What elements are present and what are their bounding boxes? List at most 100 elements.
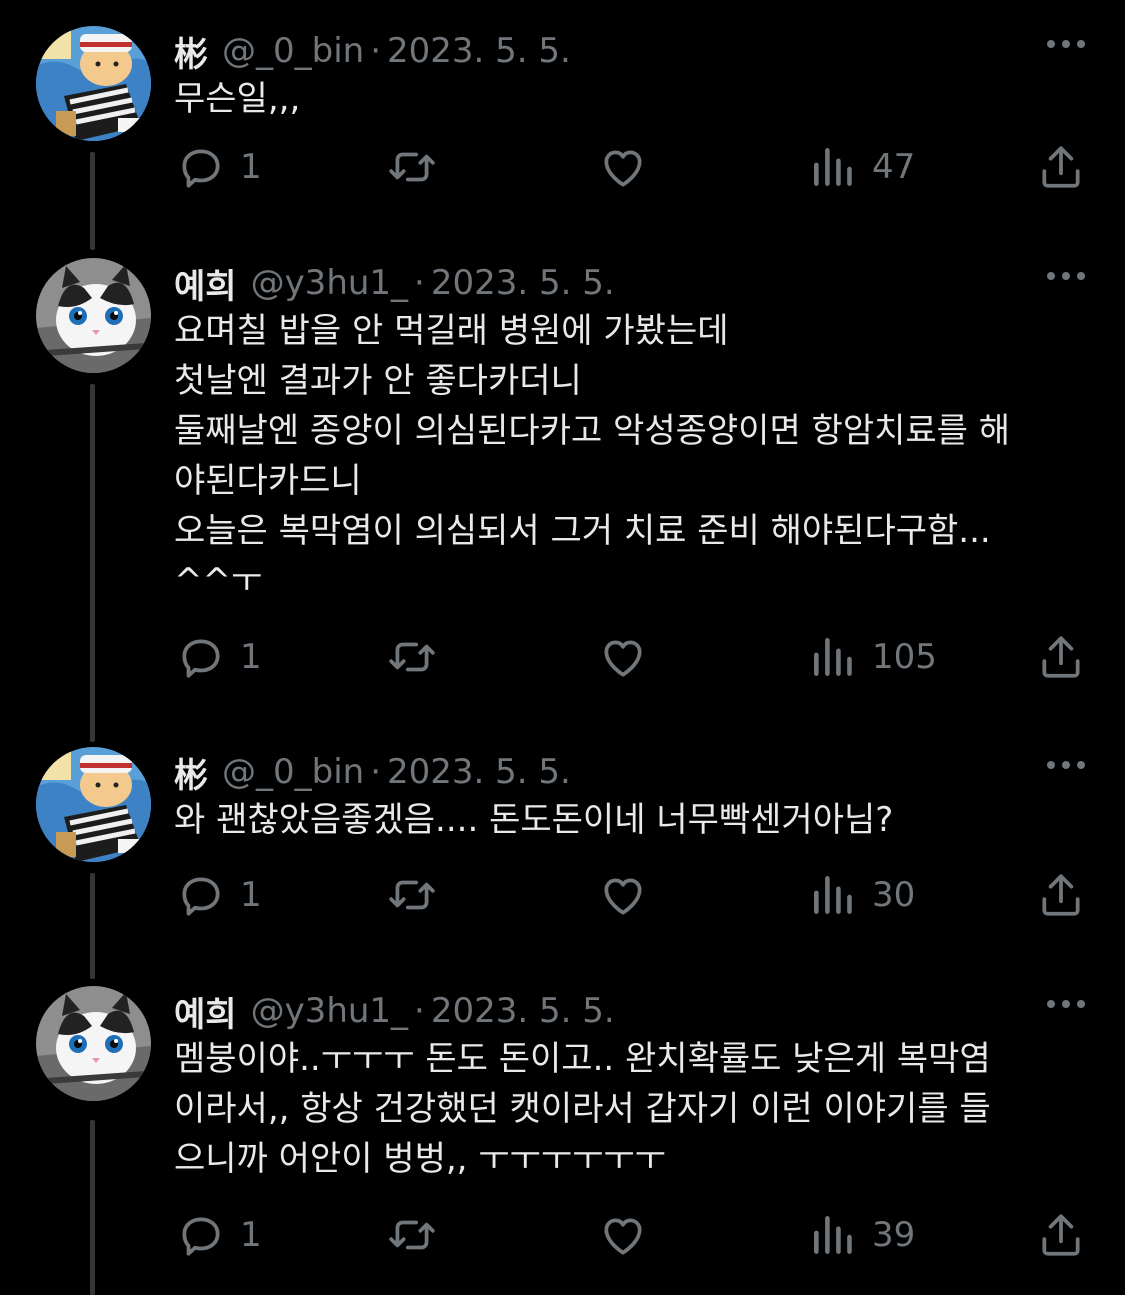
view-count: 39: [872, 1215, 916, 1255]
view-count: 47: [872, 147, 916, 187]
retweet-button[interactable]: [386, 142, 452, 192]
tweet-header: 예희 @y3hu1_ · 2023. 5. 5.: [174, 258, 615, 308]
user-handle[interactable]: @y3hu1_: [251, 263, 408, 303]
reply-button[interactable]: 1: [176, 1210, 262, 1260]
cartoon-character-avatar: [36, 26, 151, 141]
share-button[interactable]: [1036, 1210, 1086, 1260]
cartoon-character-avatar: [36, 747, 151, 862]
tweet-text-line: 요며칠 밥을 안 먹길래 병원에 가봤는데: [174, 311, 729, 351]
display-name[interactable]: 彬: [174, 27, 208, 76]
tweet-header: 彬 @_0_bin · 2023. 5. 5.: [174, 26, 571, 76]
reply-button[interactable]: 1: [176, 142, 262, 192]
views-icon: [814, 148, 852, 186]
retweet-icon: [389, 1220, 435, 1250]
view-count: 105: [872, 637, 937, 677]
view-count: 30: [872, 875, 916, 915]
views-button[interactable]: 105: [808, 632, 937, 682]
tweet-date[interactable]: 2023. 5. 5.: [387, 31, 571, 71]
heart-icon: [604, 640, 642, 677]
tweet-header: 彬 @_0_bin · 2023. 5. 5.: [174, 747, 571, 797]
like-button[interactable]: [598, 142, 662, 192]
tweet-date[interactable]: 2023. 5. 5.: [387, 752, 571, 792]
tweet-text-line: ^^ㅜ: [174, 561, 263, 601]
retweet-button[interactable]: [386, 870, 452, 920]
tweet-date[interactable]: 2023. 5. 5.: [431, 991, 615, 1031]
separator-dot: ·: [370, 752, 382, 792]
cat-avatar: [36, 986, 151, 1101]
avatar[interactable]: [36, 747, 151, 862]
tweet-header: 예희 @y3hu1_ · 2023. 5. 5.: [174, 986, 615, 1036]
share-icon: [1042, 874, 1080, 916]
tweet-text-line: 오늘은 복막염이 의심되서 그거 치료 준비 해야된다구함...: [174, 511, 991, 551]
display-name[interactable]: 예희: [174, 259, 237, 308]
separator-dot: ·: [414, 991, 425, 1031]
share-button[interactable]: [1036, 870, 1086, 920]
tweet-actions: 1 47: [0, 142, 1125, 192]
avatar[interactable]: [36, 258, 151, 373]
user-handle[interactable]: @_0_bin: [222, 31, 364, 71]
tweet-text-line: 둘째날엔 종양이 의심된다카고 악성종양이면 항암치료를 해: [174, 411, 1011, 451]
reply-button[interactable]: 1: [176, 632, 262, 682]
retweet-icon: [389, 880, 435, 910]
share-icon: [1042, 1214, 1080, 1256]
more-icon[interactable]: [1047, 40, 1085, 48]
reply-count: 1: [240, 147, 262, 187]
share-button[interactable]: [1036, 632, 1086, 682]
tweet-text: 무슨일,,,: [174, 74, 1074, 124]
thread-line: [90, 1120, 95, 1295]
tweet-text-line: 멤붕이야..ㅜㅜㅜ 돈도 돈이고.. 완치확률도 낮은게 복막염: [174, 1039, 991, 1079]
tweet-text-line: 으니까 어안이 벙벙,, ㅜㅜㅜㅜㅜㅜ: [174, 1139, 666, 1179]
reply-button[interactable]: 1: [176, 870, 262, 920]
reply-count: 1: [240, 637, 262, 677]
tweet-actions: 1 30: [0, 870, 1125, 920]
views-button[interactable]: 39: [808, 1210, 915, 1260]
cat-avatar: [36, 258, 151, 373]
more-icon[interactable]: [1047, 1000, 1085, 1008]
retweet-icon: [389, 642, 435, 672]
retweet-button[interactable]: [386, 632, 452, 682]
user-handle[interactable]: @_0_bin: [222, 752, 364, 792]
reply-count: 1: [240, 875, 262, 915]
tweet-text-line: 무슨일,,,: [174, 79, 301, 119]
reply-icon: [182, 1217, 220, 1256]
tweet-actions: 1 39: [0, 1210, 1125, 1260]
tweet-text: 와 괜찮았음좋겠음.... 돈도돈이네 너무빡센거아님?: [174, 795, 1074, 845]
tweet-actions: 1 105: [0, 632, 1125, 682]
like-button[interactable]: [598, 1210, 662, 1260]
views-icon: [814, 1216, 852, 1254]
tweet-text-line: 야된다카드니: [174, 461, 362, 501]
retweet-button[interactable]: [386, 1210, 452, 1260]
share-button[interactable]: [1036, 142, 1086, 192]
avatar[interactable]: [36, 26, 151, 141]
tweet-text: 멤붕이야..ㅜㅜㅜ 돈도 돈이고.. 완치확률도 낮은게 복막염 이라서,, 항…: [174, 1034, 1074, 1184]
heart-icon: [604, 1218, 642, 1255]
separator-dot: ·: [414, 263, 425, 303]
tweet-text-line: 와 괜찮았음좋겠음.... 돈도돈이네 너무빡센거아님?: [174, 800, 894, 840]
tweet-date[interactable]: 2023. 5. 5.: [431, 263, 615, 303]
display-name[interactable]: 彬: [174, 748, 208, 797]
like-button[interactable]: [598, 632, 662, 682]
like-button[interactable]: [598, 870, 662, 920]
reply-icon: [182, 877, 220, 916]
heart-icon: [604, 150, 642, 187]
views-button[interactable]: 30: [808, 870, 915, 920]
more-icon[interactable]: [1047, 761, 1085, 769]
views-button[interactable]: 47: [808, 142, 915, 192]
heart-icon: [604, 878, 642, 915]
views-icon: [814, 638, 852, 676]
share-icon: [1042, 636, 1080, 678]
views-icon: [814, 876, 852, 914]
tweet-text: 요며칠 밥을 안 먹길래 병원에 가봤는데 첫날엔 결과가 안 좋다카더니 둘째…: [174, 306, 1074, 606]
reply-count: 1: [240, 1215, 262, 1255]
user-handle[interactable]: @y3hu1_: [251, 991, 408, 1031]
reply-icon: [182, 639, 220, 678]
avatar[interactable]: [36, 986, 151, 1101]
retweet-icon: [389, 152, 435, 182]
more-icon[interactable]: [1047, 272, 1085, 280]
tweet-text-line: 이라서,, 항상 건강했던 캣이라서 갑자기 이런 이야기를 들: [174, 1089, 991, 1129]
reply-icon: [182, 149, 220, 188]
thread-line: [90, 384, 95, 742]
display-name[interactable]: 예희: [174, 987, 237, 1036]
share-icon: [1042, 146, 1080, 188]
tweet-text-line: 첫날엔 결과가 안 좋다카더니: [174, 361, 582, 401]
